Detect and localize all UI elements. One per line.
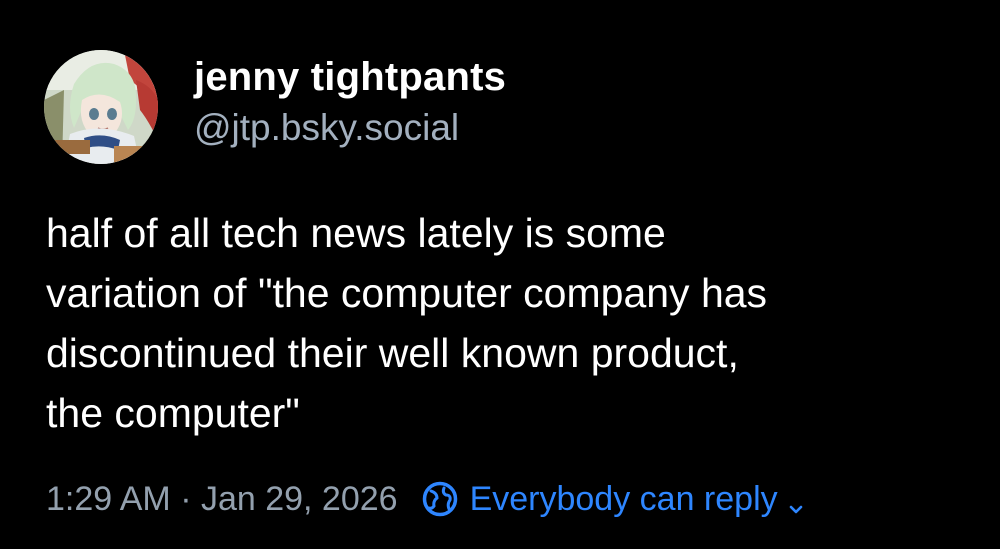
post-timestamp[interactable]: 1:29 AM · Jan 29, 2026 xyxy=(46,480,398,519)
post-card: jenny tightpants @jtp.bsky.social half o… xyxy=(0,0,1000,549)
reply-setting-label: Everybody can reply xyxy=(469,479,778,518)
globe-icon xyxy=(420,479,460,519)
post-header: jenny tightpants @jtp.bsky.social xyxy=(44,50,506,164)
author-names: jenny tightpants @jtp.bsky.social xyxy=(194,52,506,152)
post-meta: 1:29 AM · Jan 29, 2026 Everybody can rep… xyxy=(46,473,806,525)
reply-setting-button[interactable]: Everybody can reply xyxy=(420,479,806,519)
anime-character-avatar-icon xyxy=(44,50,158,164)
post-text: half of all tech news lately is some var… xyxy=(46,210,768,436)
chevron-down-icon xyxy=(786,489,806,514)
avatar[interactable] xyxy=(44,50,158,164)
author-handle[interactable]: @jtp.bsky.social xyxy=(194,104,506,152)
author-display-name[interactable]: jenny tightpants xyxy=(194,52,506,102)
